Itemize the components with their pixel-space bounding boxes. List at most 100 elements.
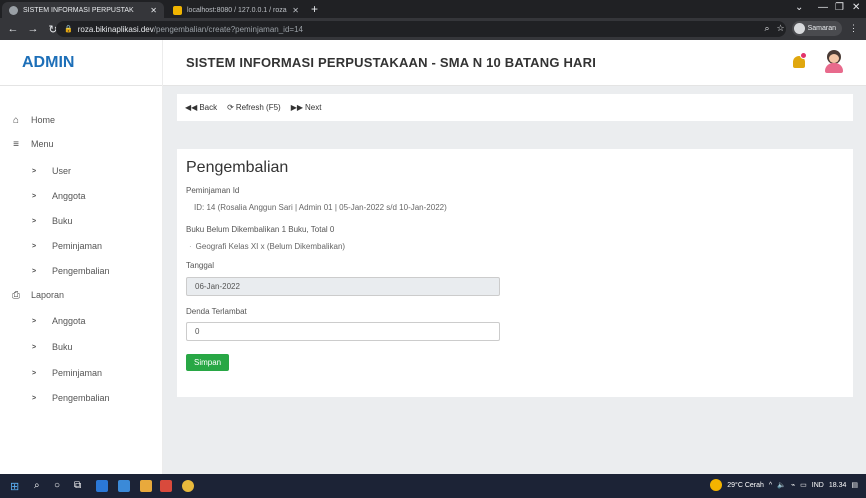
app-header: ADMIN SISTEM INFORMASI PERPUSTAKAAN - SM… [0,40,866,86]
sidebar-item-buku[interactable]: > Buku [0,211,163,231]
sidebar-item-menu[interactable]: ≡ Menu [0,134,163,154]
site-favicon-icon [9,5,18,15]
sidebar-item-label: Peminjaman [52,368,103,378]
next-label: Next [305,103,322,112]
sidebar-item-laporan-anggota[interactable]: > Anggota [0,311,163,331]
browser-tab-inactive[interactable]: localhost:8080 / 127.0.0.1 / roza ✕ [166,2,306,18]
search-icon[interactable]: ⌕ [34,480,46,492]
new-tab-icon[interactable]: + [311,2,318,16]
chevron-right-icon: > [31,343,37,351]
taskbar-app-icon[interactable] [96,480,108,492]
bookmark-star-icon[interactable]: ☆ [777,23,785,34]
taskbar-app-icon[interactable] [140,480,152,492]
clock[interactable]: 18.34 [829,482,847,489]
task-view-icon[interactable]: ⧉ [74,480,86,492]
sidebar-item-peminjaman[interactable]: > Peminjaman [0,236,163,256]
brand-logo[interactable]: ADMIN [0,40,163,86]
network-icon[interactable]: ⌁ [791,481,795,489]
browser-address-bar: ← → ↻ 🔒 roza.bikinaplikasi.dev /pengemba… [0,18,866,40]
close-tab-icon[interactable]: ✕ [150,6,157,15]
user-avatar[interactable] [824,50,844,74]
sidebar-item-label: Menu [31,139,54,149]
chevron-up-icon[interactable]: ^ [769,482,772,489]
sidebar-item-laporan[interactable]: ⎙ Laporan [0,285,163,305]
taskbar-app-icon[interactable] [118,480,130,492]
save-button[interactable]: Simpan [186,354,230,371]
denda-field[interactable]: 0 [186,322,500,341]
zoom-icon[interactable]: ⌕ [764,23,769,34]
weather-sun-icon [710,479,723,491]
notification-center-icon[interactable]: ▤ [851,481,858,489]
close-window-icon[interactable]: ✕ [852,2,860,13]
book-list-item: · Geografi Kelas XI x (Belum Dikembalikan… [189,242,345,251]
page-title: SISTEM INFORMASI PERPUSTAKAAN - SMA N 10… [186,55,597,70]
forward-icon: ▶▶ [290,103,304,112]
weather-text[interactable]: 29°C Cerah [727,482,764,489]
language-indicator[interactable]: IND [812,482,824,489]
chevron-right-icon: > [31,317,37,325]
sidebar-item-label: Anggota [52,316,86,326]
maximize-icon[interactable]: ❐ [835,2,844,13]
notification-bell-icon[interactable] [791,52,807,70]
browser-tab-active[interactable]: SISTEM INFORMASI PERPUSTAK ✕ [2,2,164,18]
url-input[interactable]: 🔒 roza.bikinaplikasi.dev /pengembalian/c… [56,21,786,37]
menu-icon: ≡ [13,138,19,150]
sidebar-item-label: Home [31,115,56,125]
tanggal-field[interactable]: 06-Jan-2022 [186,277,500,296]
sidebar-item-anggota[interactable]: > Anggota [0,186,163,206]
form-heading: Pengembalian [186,159,289,176]
sidebar-item-laporan-pengembalian[interactable]: > Pengembalian [0,388,163,408]
refresh-button[interactable]: ⟳ Refresh (F5) [227,103,281,112]
profile-name: Samaran [807,25,836,32]
browser-actions: ⌕ ☆ Samaran ⋮ [764,21,858,36]
sidebar-item-pengembalian[interactable]: > Pengembalian [0,261,163,281]
sidebar-item-label: Anggota [52,191,86,201]
sidebar-item-home[interactable]: ⌂ Home [0,110,163,130]
sidebar: ⌂ Home ≡ Menu > User > Anggota > Buku > … [0,86,163,474]
sidebar-item-laporan-buku[interactable]: > Buku [0,337,163,357]
peminjaman-label: Peminjaman Id [186,186,240,195]
chevron-right-icon: > [31,267,37,275]
taskbar-app-icon[interactable] [160,480,172,492]
battery-icon[interactable]: ▭ [800,481,807,489]
notification-dot [800,52,807,59]
os-taskbar: ⊞ ⌕ ○ ⧉ 29°C Cerah ^ 🔈 ⌁ ▭ IND 18.34 ▤ [0,474,866,498]
sidebar-item-label: Buku [52,216,73,226]
phpmyadmin-favicon-icon [173,5,182,15]
backward-icon: ◀◀ [185,103,198,112]
windows-start-icon[interactable]: ⊞ [10,480,22,493]
forward-arrow-icon[interactable]: → [26,23,40,35]
tab-title: localhost:8080 / 127.0.0.1 / roza [187,6,287,14]
form-card: Pengembalian Peminjaman Id ID: 14 (Rosal… [177,149,853,397]
chrome-icon[interactable] [182,480,194,492]
more-menu-icon[interactable]: ⋮ [849,23,858,34]
sidebar-item-user[interactable]: > User [0,161,163,181]
chevron-right-icon: > [31,242,37,250]
chevron-right-icon: > [31,394,37,402]
chevron-right-icon: > [31,369,37,377]
refresh-label: Refresh (F5) [235,103,281,112]
sidebar-item-label: Pengembalian [52,266,110,276]
volume-icon[interactable]: 🔈 [777,481,786,489]
action-toolbar: ◀◀ Back ⟳ Refresh (F5) ▶▶ Next [177,94,853,121]
profile-avatar-icon [793,23,805,34]
close-tab-icon[interactable]: ✕ [292,6,299,15]
tab-search-icon[interactable]: ⌄ [795,2,803,13]
denda-label: Denda Terlambat [186,307,247,316]
sidebar-item-label: Laporan [31,290,65,300]
url-host: roza.bikinaplikasi.dev [77,24,154,34]
back-arrow-icon[interactable]: ← [6,23,20,35]
sidebar-item-laporan-peminjaman[interactable]: > Peminjaman [0,363,163,383]
browser-tab-bar: SISTEM INFORMASI PERPUSTAK ✕ localhost:8… [0,0,866,18]
back-button[interactable]: ◀◀ Back [185,103,217,112]
peminjaman-value: ID: 14 (Rosalia Anggun Sari | Admin 01 |… [194,203,447,212]
chevron-right-icon: > [31,167,37,175]
profile-button[interactable]: Samaran [791,21,842,36]
next-button[interactable]: ▶▶ Next [291,103,322,112]
chevron-right-icon: > [31,192,37,200]
refresh-icon: ⟳ [227,103,234,112]
sidebar-item-label: Buku [52,342,73,352]
minimize-icon[interactable]: — [818,2,828,13]
avatar-shirt [825,63,843,73]
cortana-icon[interactable]: ○ [54,480,66,492]
